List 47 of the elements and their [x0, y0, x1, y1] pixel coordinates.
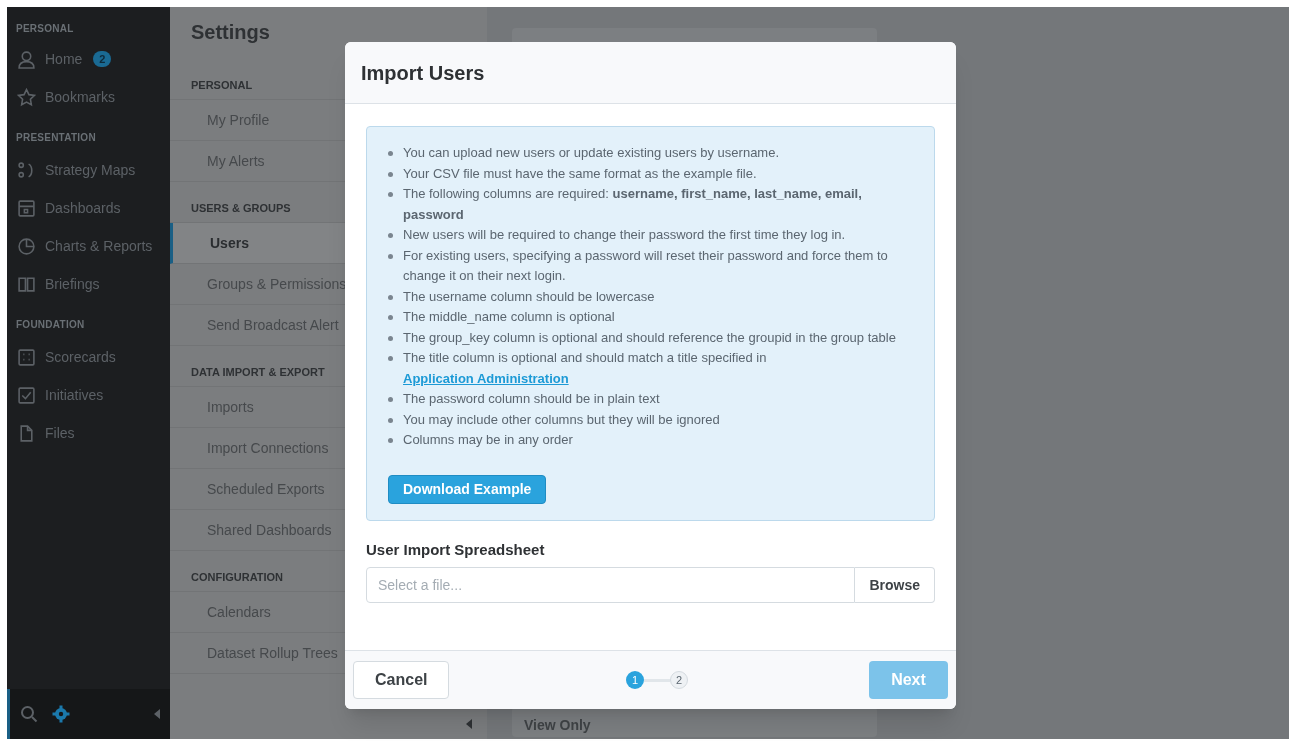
bullet-icon	[388, 438, 393, 443]
card-label: View Only	[524, 716, 591, 735]
sidebar-item[interactable]: Home 2	[7, 40, 170, 78]
person-icon	[17, 49, 36, 69]
sidebar-item[interactable]: Scorecards	[7, 338, 170, 376]
checkbox-icon	[17, 385, 36, 405]
map-icon	[17, 160, 36, 180]
sidebar-item[interactable]: Files	[7, 414, 170, 452]
browse-button[interactable]: Browse	[855, 567, 935, 603]
bullet-icon	[388, 192, 393, 197]
cancel-button[interactable]: Cancel	[353, 661, 450, 699]
bullet-icon	[388, 397, 393, 402]
grid-icon	[17, 347, 36, 367]
sidebar-item[interactable]: Bookmarks	[7, 78, 170, 116]
pie-chart-icon	[17, 236, 36, 256]
dialog-title: Import Users	[361, 60, 485, 86]
bullet-icon	[388, 315, 393, 320]
sidebar-item[interactable]: Dashboards	[7, 189, 170, 227]
collapse-caret-icon[interactable]	[466, 719, 472, 729]
settings-icon[interactable]	[52, 705, 70, 723]
bullet-icon	[388, 335, 393, 341]
page-title: Settings	[190, 20, 271, 45]
collapse-caret-icon[interactable]	[154, 709, 160, 719]
section-heading: PRESENTATION	[15, 131, 97, 145]
document-icon	[17, 423, 36, 443]
file-input-field[interactable]: Select a file...	[366, 567, 856, 603]
sidebar-item[interactable]: Briefings	[7, 265, 170, 303]
search-icon[interactable]	[20, 705, 38, 723]
dashboard-icon	[17, 198, 36, 218]
sidebar-item[interactable]: Charts & Reports	[7, 227, 170, 265]
count-badge: 2	[93, 51, 112, 67]
bullet-icon	[388, 171, 393, 177]
bullet-icon	[388, 417, 393, 423]
section-heading: FOUNDATION	[15, 318, 86, 332]
bullet-icon	[388, 151, 393, 156]
bullet-icon	[388, 356, 393, 361]
section-heading: PERSONAL	[15, 22, 75, 36]
bullet-icon	[388, 233, 393, 238]
sidebar-item[interactable]: Strategy Maps	[7, 151, 170, 189]
sidebar-item[interactable]: Initiatives	[7, 376, 170, 414]
book-icon	[17, 274, 36, 294]
download-button[interactable]: Download Example	[388, 474, 547, 504]
step-indicator: 2	[670, 671, 688, 689]
bullet-icon	[388, 253, 393, 259]
bullet-icon	[388, 294, 393, 300]
star-icon	[17, 87, 36, 107]
step-indicator: 1	[626, 671, 644, 689]
